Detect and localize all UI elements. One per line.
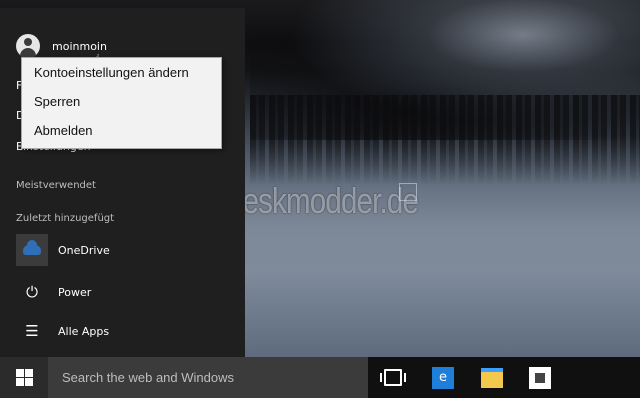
search-input[interactable]: [60, 369, 354, 386]
section-recently-added: Zuletzt hinzugefügt: [16, 213, 115, 224]
watermark: Deskmodder.de: [222, 180, 419, 221]
menu-item-lock[interactable]: Sperren: [22, 87, 221, 116]
task-view-button[interactable]: [373, 357, 413, 398]
app-onedrive[interactable]: OneDrive: [16, 234, 236, 266]
account-context-menu: Kontoeinstellungen ändern Sperren Abmeld…: [21, 57, 222, 149]
menu-item-change-account-settings[interactable]: Kontoeinstellungen ändern: [22, 58, 221, 87]
power-button[interactable]: ⏻ Power: [16, 276, 236, 308]
app-onedrive-label: OneDrive: [58, 243, 110, 257]
windows-logo-icon: [15, 369, 33, 386]
avatar: [16, 34, 40, 58]
all-apps-button[interactable]: ☰ Alle Apps: [16, 315, 236, 347]
taskbar: e: [0, 357, 640, 398]
store-icon: [529, 366, 551, 389]
username: moinmoin: [52, 39, 107, 53]
section-most-used: Meistverwendet: [16, 180, 96, 191]
start-button[interactable]: [0, 357, 48, 398]
internet-explorer-button[interactable]: e: [423, 357, 463, 398]
all-apps-label: Alle Apps: [58, 324, 110, 338]
task-view-icon: [380, 369, 406, 386]
file-explorer-icon: [481, 367, 503, 388]
onedrive-icon: [16, 234, 48, 266]
power-icon: ⏻: [26, 283, 38, 301]
menu-item-sign-out[interactable]: Abmelden: [22, 116, 221, 145]
watermark-logo: [399, 183, 417, 201]
search-box[interactable]: [48, 357, 368, 398]
internet-explorer-icon: e: [432, 366, 454, 389]
all-apps-icon: ☰: [25, 322, 39, 340]
wallpaper-tree-reflection: [250, 95, 640, 185]
file-explorer-button[interactable]: [472, 357, 512, 398]
power-label: Power: [58, 285, 92, 299]
store-button[interactable]: [520, 357, 560, 398]
